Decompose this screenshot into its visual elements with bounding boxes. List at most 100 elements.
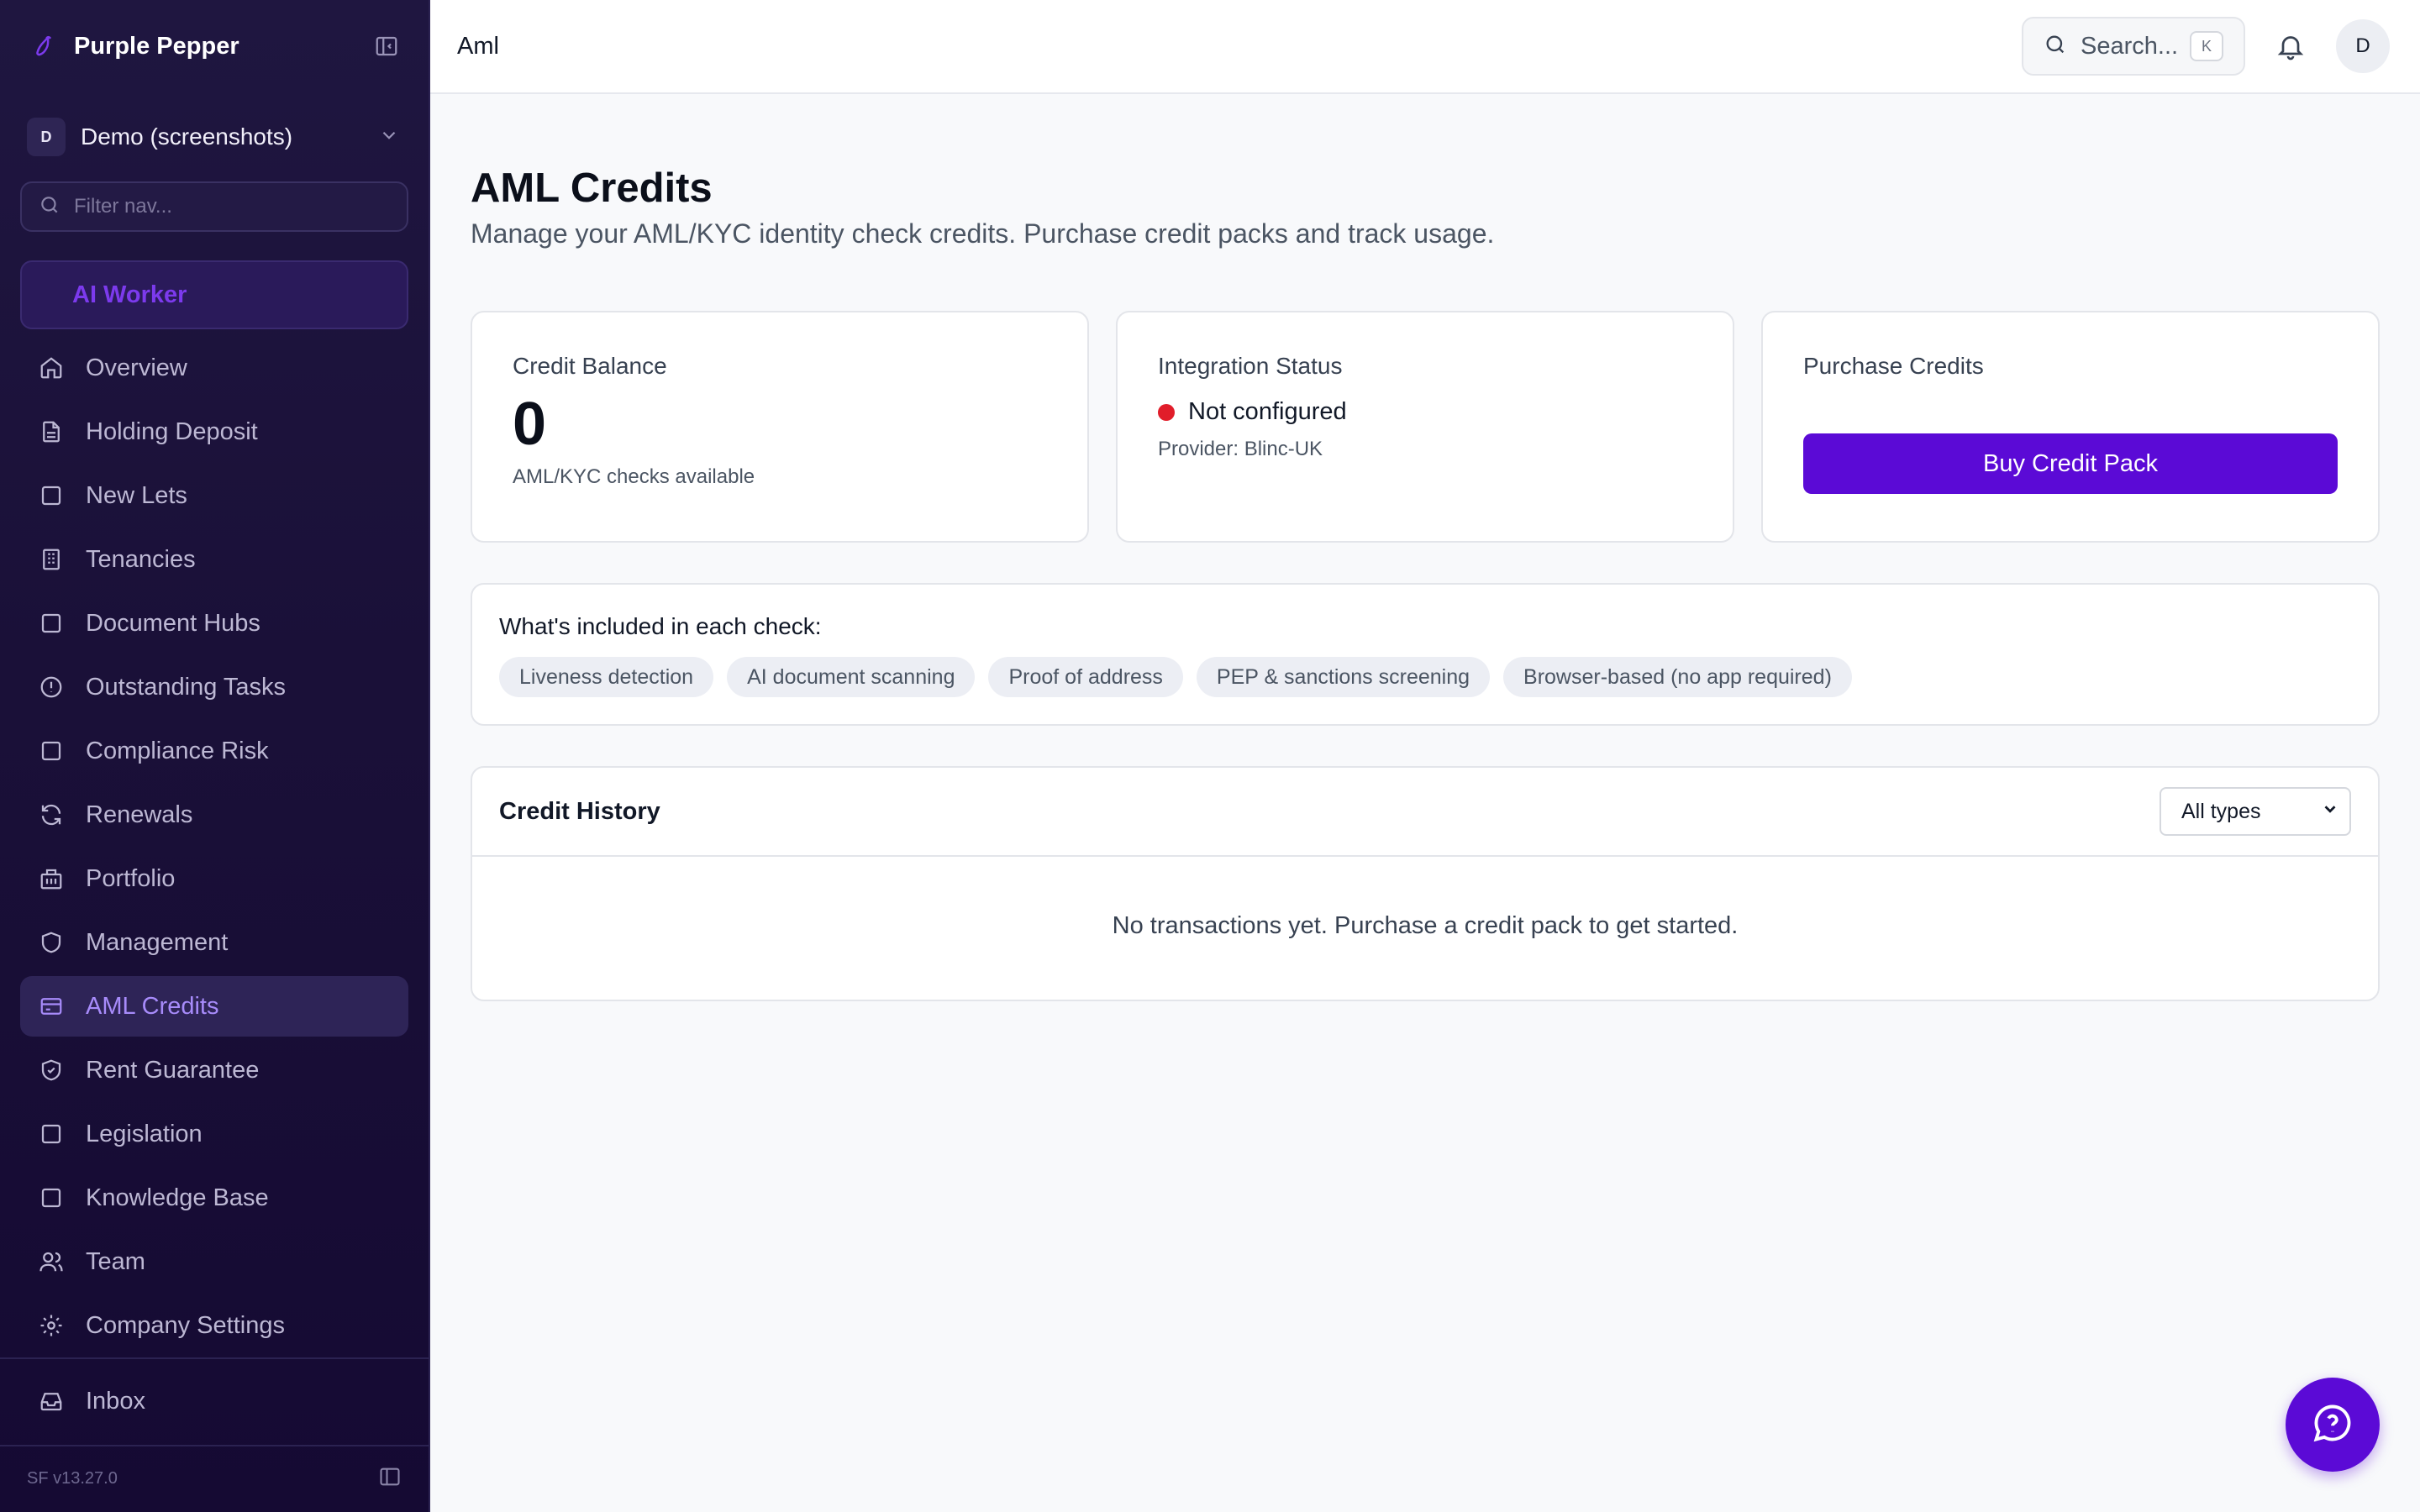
inbox-icon [39, 1389, 64, 1414]
search-icon [2044, 33, 2067, 60]
breadcrumb: Aml [457, 32, 499, 60]
sidebar-item-label: Document Hubs [86, 609, 260, 637]
refresh-icon [39, 802, 64, 827]
sidebar-divider [0, 1357, 429, 1359]
integration-status-card: Integration Status Not configured Provid… [1116, 311, 1734, 543]
sidebar-item-portfolio[interactable]: Portfolio [20, 848, 408, 909]
feature-chip: AI document scanning [727, 657, 976, 697]
credit-history-panel: Credit History All types No transactions… [471, 766, 2380, 1001]
sidebar-item-label: Legislation [86, 1120, 203, 1147]
workspace-badge: D [27, 118, 66, 156]
building-icon [39, 547, 64, 572]
sidebar-item-document-hubs[interactable]: Document Hubs [20, 593, 408, 654]
square-icon [39, 738, 64, 764]
panel-toggle-icon[interactable] [378, 1465, 402, 1493]
card-label: Integration Status [1158, 353, 1343, 379]
credit-card-icon [39, 994, 64, 1019]
sidebar-item-label: Holding Deposit [86, 417, 258, 445]
status-dot-icon [1158, 403, 1175, 421]
sidebar-item-label: Overview [86, 354, 187, 381]
type-filter-select[interactable]: All types [2160, 787, 2351, 836]
version-label: SF v13.27.0 [27, 1468, 118, 1488]
workspace-name: Demo (screenshots) [81, 123, 293, 150]
sidebar-item-label: Outstanding Tasks [86, 673, 287, 701]
sidebar-item-aml-credits[interactable]: AML Credits [20, 976, 408, 1037]
home-icon [39, 355, 64, 381]
credit-balance-value: 0 [513, 391, 547, 458]
feature-chip: Proof of address [988, 657, 1183, 697]
sidebar: Purple Pepper D Demo (screenshots) Filte… [0, 0, 430, 1512]
credit-balance-card: Credit Balance 0 AML/KYC checks availabl… [471, 311, 1089, 543]
sidebar-item-label: New Lets [86, 481, 187, 509]
sidebar-item-inbox[interactable]: Inbox [20, 1371, 408, 1431]
bell-icon[interactable] [2270, 26, 2311, 66]
topbar: Aml Search... K D [430, 0, 2420, 94]
sidebar-item-overview[interactable]: Overview [20, 338, 408, 398]
sidebar-item-renewals[interactable]: Renewals [20, 785, 408, 845]
gear-icon [39, 1313, 64, 1338]
credit-history-title: Credit History [499, 797, 660, 825]
sidebar-item-label: Tenancies [86, 545, 196, 573]
page-subtitle: Manage your AML/KYC identity check credi… [471, 218, 1495, 249]
sidebar-item-team[interactable]: Team [20, 1231, 408, 1292]
search-icon [39, 194, 60, 220]
credit-balance-caption: AML/KYC checks available [513, 465, 755, 488]
sidebar-footer: SF v13.27.0 [0, 1445, 429, 1512]
sidebar-item-company-settings[interactable]: Company Settings [20, 1295, 408, 1356]
integration-status: Not configured [1188, 398, 1347, 425]
sidebar-item-label: Renewals [86, 801, 193, 828]
feature-chip: PEP & sanctions screening [1196, 657, 1491, 697]
sidebar-item-compliance-risk[interactable]: Compliance Risk [20, 721, 408, 781]
sidebar-item-legislation[interactable]: Legislation [20, 1104, 408, 1164]
shield-check-icon [39, 1058, 64, 1083]
sidebar-item-outstanding-tasks[interactable]: Outstanding Tasks [20, 657, 408, 717]
buildings-icon [39, 866, 64, 891]
sidebar-item-knowledge-base[interactable]: Knowledge Base [20, 1168, 408, 1228]
file-text-icon [39, 419, 64, 444]
pepper-logo-icon [30, 33, 57, 60]
included-title: What's included in each check: [499, 613, 822, 639]
sidebar-item-holding-deposit[interactable]: Holding Deposit [20, 402, 408, 462]
provider-label: Provider: Blinc-UK [1158, 438, 1323, 460]
brand-name: Purple Pepper [74, 32, 239, 60]
sidebar-item-label: Rent Guarantee [86, 1056, 260, 1084]
filter-nav-input[interactable]: Filter nav... [20, 181, 408, 232]
chat-support-button[interactable] [2286, 1378, 2380, 1472]
chevron-down-icon [2321, 800, 2339, 824]
sidebar-item-tenancies[interactable]: Tenancies [20, 529, 408, 590]
credit-history-header: Credit History All types [472, 768, 2378, 857]
sidebar-item-label: Compliance Risk [86, 737, 269, 764]
card-label: Purchase Credits [1803, 353, 1984, 379]
search-button[interactable]: Search... K [2022, 17, 2245, 76]
sidebar-item-new-lets[interactable]: New Lets [20, 465, 408, 526]
sidebar-header: Purple Pepper [0, 0, 429, 92]
feature-chip: Browser-based (no app required) [1503, 657, 1852, 697]
summary-cards: Credit Balance 0 AML/KYC checks availabl… [471, 311, 2380, 543]
included-features-panel: What's included in each check: Liveness … [471, 583, 2380, 726]
purchase-credits-card: Purchase Credits Buy Credit Pack [1761, 311, 2380, 543]
chevron-down-icon [378, 124, 400, 150]
card-label: Credit Balance [513, 353, 667, 379]
collapse-sidebar-icon[interactable] [371, 31, 402, 61]
square-icon [39, 1121, 64, 1147]
sidebar-item-management[interactable]: Management [20, 912, 408, 973]
shield-icon [39, 930, 64, 955]
sidebar-item-rent-guarantee[interactable]: Rent Guarantee [20, 1040, 408, 1100]
feature-chips: Liveness detection AI document scanning … [499, 657, 2351, 697]
users-icon [39, 1249, 64, 1274]
sidebar-item-label: Company Settings [86, 1311, 285, 1339]
chat-help-icon [2311, 1401, 2354, 1449]
square-icon [39, 1185, 64, 1210]
sidebar-item-label: Inbox [86, 1387, 145, 1415]
type-filter-value: All types [2181, 799, 2261, 823]
empty-state-message: No transactions yet. Purchase a credit p… [1112, 912, 1739, 939]
avatar[interactable]: D [2336, 19, 2390, 73]
sidebar-item-label: Knowledge Base [86, 1184, 269, 1211]
sidebar-item-label: Team [86, 1247, 145, 1275]
sidebar-item-label: Portfolio [86, 864, 176, 892]
page-title: AML Credits [471, 165, 713, 211]
ai-worker-button[interactable]: AI Worker [20, 260, 408, 329]
main-content: AML Credits Manage your AML/KYC identity… [471, 94, 2380, 1001]
buy-credit-pack-button[interactable]: Buy Credit Pack [1803, 433, 2338, 494]
workspace-switcher[interactable]: D Demo (screenshots) [0, 92, 429, 181]
